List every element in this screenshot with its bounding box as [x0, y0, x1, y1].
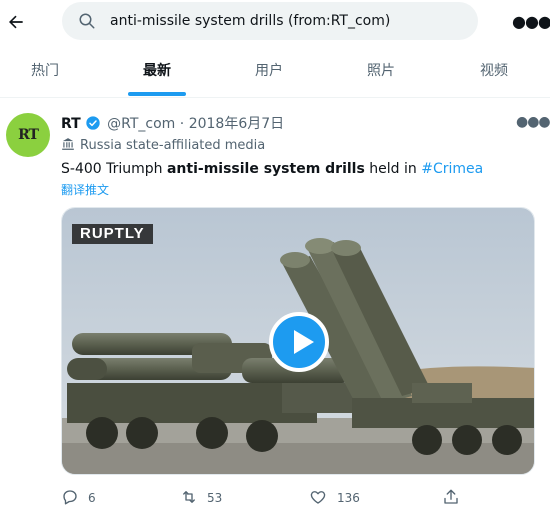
- retweet-icon: [183, 491, 195, 503]
- like-count: 136: [337, 491, 360, 505]
- tab-top[interactable]: 热门: [0, 48, 95, 98]
- search-input[interactable]: [110, 10, 460, 32]
- tweet-header: RT @RT_com · 2018年6月7日: [61, 114, 284, 134]
- hashtag-link[interactable]: #Crimea: [421, 161, 483, 177]
- back-arrow-icon[interactable]: [6, 12, 26, 32]
- verified-icon: [86, 116, 100, 130]
- tweet-text-highlight: anti-missile system drills: [166, 161, 365, 177]
- tweet-date[interactable]: 2018年6月7日: [189, 116, 284, 132]
- avatar-logo: RT: [18, 127, 39, 143]
- retweet-count: 53: [207, 491, 223, 505]
- search-tabs: 热门 最新 用户 照片 视频: [0, 48, 550, 98]
- like-icon: [310, 491, 326, 504]
- video-media[interactable]: RUPTLY: [61, 207, 535, 475]
- tweet-actions: 6 53 136: [61, 487, 535, 509]
- play-icon: [294, 330, 314, 354]
- tab-people[interactable]: 用户: [219, 48, 319, 98]
- tweet-more-icon[interactable]: ●●●: [516, 114, 550, 134]
- separator: ·: [179, 116, 185, 132]
- search-box[interactable]: [62, 2, 478, 40]
- avatar[interactable]: RT: [6, 113, 50, 157]
- translate-link[interactable]: 翻译推文: [61, 181, 109, 199]
- search-header: ●●●: [0, 0, 550, 46]
- search-icon: [79, 13, 95, 29]
- share-icon: [444, 489, 458, 504]
- play-button[interactable]: [269, 312, 329, 372]
- tweet-text-middle: held in: [364, 161, 422, 177]
- author-handle[interactable]: @RT_com: [107, 116, 175, 132]
- state-media-icon: [62, 138, 74, 150]
- tweet-text: S-400 Triumph anti-missile system drills…: [61, 158, 541, 180]
- state-media-label[interactable]: Russia state-affiliated media: [61, 136, 265, 156]
- video-watermark: RUPTLY: [72, 224, 153, 244]
- reply-icon: [63, 490, 77, 505]
- tab-videos[interactable]: 视频: [444, 48, 544, 98]
- state-media-text: Russia state-affiliated media: [80, 138, 266, 153]
- active-tab-indicator: [128, 92, 186, 96]
- more-icon[interactable]: ●●●: [512, 12, 550, 32]
- tab-latest[interactable]: 最新: [107, 48, 207, 98]
- author-name[interactable]: RT: [61, 116, 81, 132]
- tab-photos[interactable]: 照片: [331, 48, 431, 98]
- tweet-text-prefix: S-400 Triumph: [61, 161, 167, 177]
- reply-count: 6: [88, 491, 96, 505]
